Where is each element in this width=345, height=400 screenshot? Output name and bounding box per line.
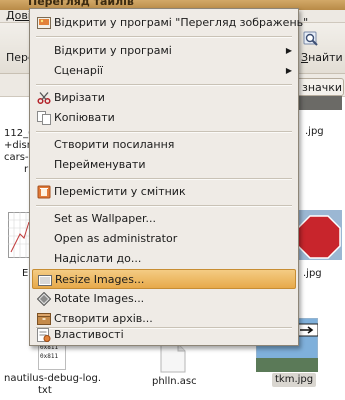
context-menu: Відкрити у програмі "Перегляд зображень"… bbox=[29, 8, 308, 346]
trash-icon bbox=[37, 185, 51, 199]
menu-open-as-admin[interactable]: Open as administrator bbox=[32, 229, 296, 249]
menu-rename[interactable]: Перейменувати bbox=[32, 155, 296, 175]
file-label-2[interactable]: .jpg bbox=[305, 126, 324, 138]
file-label-tkm[interactable]: tkm.jpg bbox=[272, 373, 317, 387]
file-label-nautilus[interactable]: nautilus-debug-log. txt bbox=[4, 373, 101, 397]
menu-copy[interactable]: Копіювати bbox=[32, 108, 296, 128]
window-title: Перегляд тайлів bbox=[28, 0, 134, 8]
menu-separator bbox=[36, 36, 292, 38]
menu-scripts[interactable]: Сценарії ▶ bbox=[32, 61, 296, 81]
menu-separator bbox=[36, 178, 292, 180]
menu-cut[interactable]: Вирізати bbox=[32, 88, 296, 108]
file-label-phlln[interactable]: phlln.asc bbox=[152, 376, 197, 388]
view-mode-button[interactable]: значки bbox=[296, 78, 344, 96]
submenu-arrow-icon: ▶ bbox=[285, 46, 292, 55]
resize-icon bbox=[38, 275, 52, 286]
stop-sign-thumbnail[interactable] bbox=[298, 210, 342, 260]
file-label-4[interactable]: .jpg bbox=[303, 268, 322, 280]
scissors-icon bbox=[37, 92, 51, 105]
menu-properties[interactable]: Властивості bbox=[32, 325, 296, 345]
file-label-1[interactable]: 112_0 +dism cars- r bbox=[4, 128, 36, 176]
archive-icon bbox=[37, 313, 51, 325]
menu-open-with[interactable]: Відкрити у програмі ▶ bbox=[32, 41, 296, 61]
image-viewer-icon bbox=[37, 17, 51, 29]
image-thumbnail-top[interactable] bbox=[298, 96, 342, 110]
menu-rotate-images[interactable]: Rotate Images... bbox=[32, 289, 296, 309]
search-icon[interactable] bbox=[303, 31, 319, 47]
asc-file-icon[interactable] bbox=[160, 343, 186, 373]
menu-set-wallpaper[interactable]: Set as Wallpaper... bbox=[32, 209, 296, 229]
menu-separator bbox=[36, 131, 292, 133]
menu-make-link[interactable]: Створити посилання bbox=[32, 135, 296, 155]
file-label-3[interactable]: E bbox=[22, 268, 28, 280]
search-button-label[interactable]: Знайти bbox=[301, 51, 343, 64]
menu-separator bbox=[36, 205, 292, 207]
menu-move-to-trash[interactable]: Перемістити у смітник bbox=[32, 182, 296, 202]
menu-separator bbox=[36, 84, 292, 86]
menu-open-image-viewer[interactable]: Відкрити у програмі "Перегляд зображень" bbox=[32, 13, 308, 33]
menu-resize-images[interactable]: Resize Images... bbox=[32, 269, 296, 289]
properties-icon bbox=[37, 328, 51, 342]
menu-send-to[interactable]: Надіслати до... bbox=[32, 249, 296, 269]
rotate-icon bbox=[37, 292, 51, 306]
submenu-arrow-icon: ▶ bbox=[285, 66, 292, 75]
copy-icon bbox=[37, 111, 51, 125]
